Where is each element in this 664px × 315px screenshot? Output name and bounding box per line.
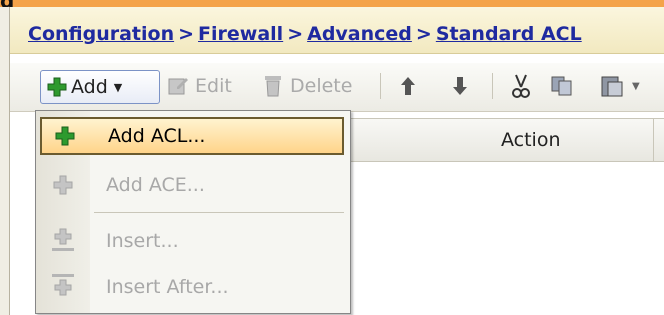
menu-item-add-acl[interactable]: Add ACL...: [40, 117, 344, 155]
menu-separator: [94, 212, 344, 213]
arrow-up-icon: [398, 75, 418, 97]
toolbar: Add ▼ Edit Delete ▼: [10, 63, 664, 112]
breadcrumb: Configuration > Firewall > Advanced > Standard…: [28, 23, 582, 45]
breadcrumb-separator: >: [178, 23, 195, 45]
breadcrumb-advanced[interactable]: Advanced: [307, 23, 412, 45]
cut-button[interactable]: [510, 70, 532, 102]
menu-item-insert-after[interactable]: Insert After...: [40, 268, 344, 306]
top-accent-bar: [0, 0, 664, 7]
table-header: Action: [351, 118, 664, 162]
move-down-button[interactable]: [450, 70, 470, 102]
scissors-icon: [510, 73, 532, 99]
column-divider: [653, 119, 654, 161]
edit-button[interactable]: Edit: [167, 70, 232, 102]
toolbar-divider: [492, 73, 493, 99]
copy-button[interactable]: [550, 70, 574, 102]
menu-item-label: Insert After...: [106, 276, 229, 298]
left-frame: [0, 7, 10, 315]
paste-icon: [600, 74, 626, 98]
breadcrumb-standard-acl[interactable]: Standard ACL: [436, 23, 582, 45]
trash-icon: [262, 74, 284, 98]
plus-icon: [47, 77, 67, 97]
breadcrumb-separator: >: [415, 23, 432, 45]
column-header-action[interactable]: Action: [501, 129, 561, 151]
menu-item-add-ace[interactable]: Add ACE...: [40, 166, 344, 204]
menu-item-insert[interactable]: Insert...: [40, 222, 344, 260]
insert-icon: [40, 228, 86, 254]
arrow-down-icon: [450, 75, 470, 97]
chevron-down-icon: ▼: [113, 80, 123, 94]
copy-icon: [550, 75, 574, 97]
delete-button-label: Delete: [290, 75, 353, 97]
menu-item-label: Add ACL...: [108, 125, 206, 147]
toolbar-divider: [380, 73, 381, 99]
add-dropdown-menu: Add ACL... Add ACE... Insert... Insert A…: [35, 110, 351, 314]
plus-icon: [42, 126, 88, 146]
add-button-label: Add: [71, 76, 108, 98]
menu-item-label: Add ACE...: [106, 174, 205, 196]
breadcrumb-configuration[interactable]: Configuration: [28, 23, 174, 45]
breadcrumb-separator: >: [287, 23, 304, 45]
delete-button[interactable]: Delete: [262, 70, 352, 102]
breadcrumb-bar: Configuration > Firewall > Advanced > Standard…: [10, 7, 664, 54]
paste-button[interactable]: ▼: [600, 70, 640, 102]
insert-after-icon: [40, 273, 86, 301]
menu-item-label: Insert...: [106, 230, 179, 252]
plus-icon: [40, 175, 86, 195]
edit-icon: [167, 75, 189, 97]
add-button[interactable]: Add ▼: [40, 70, 160, 104]
chevron-down-icon: ▼: [632, 80, 640, 92]
move-up-button[interactable]: [398, 70, 418, 102]
edit-button-label: Edit: [195, 75, 232, 97]
breadcrumb-firewall[interactable]: Firewall: [198, 23, 283, 45]
